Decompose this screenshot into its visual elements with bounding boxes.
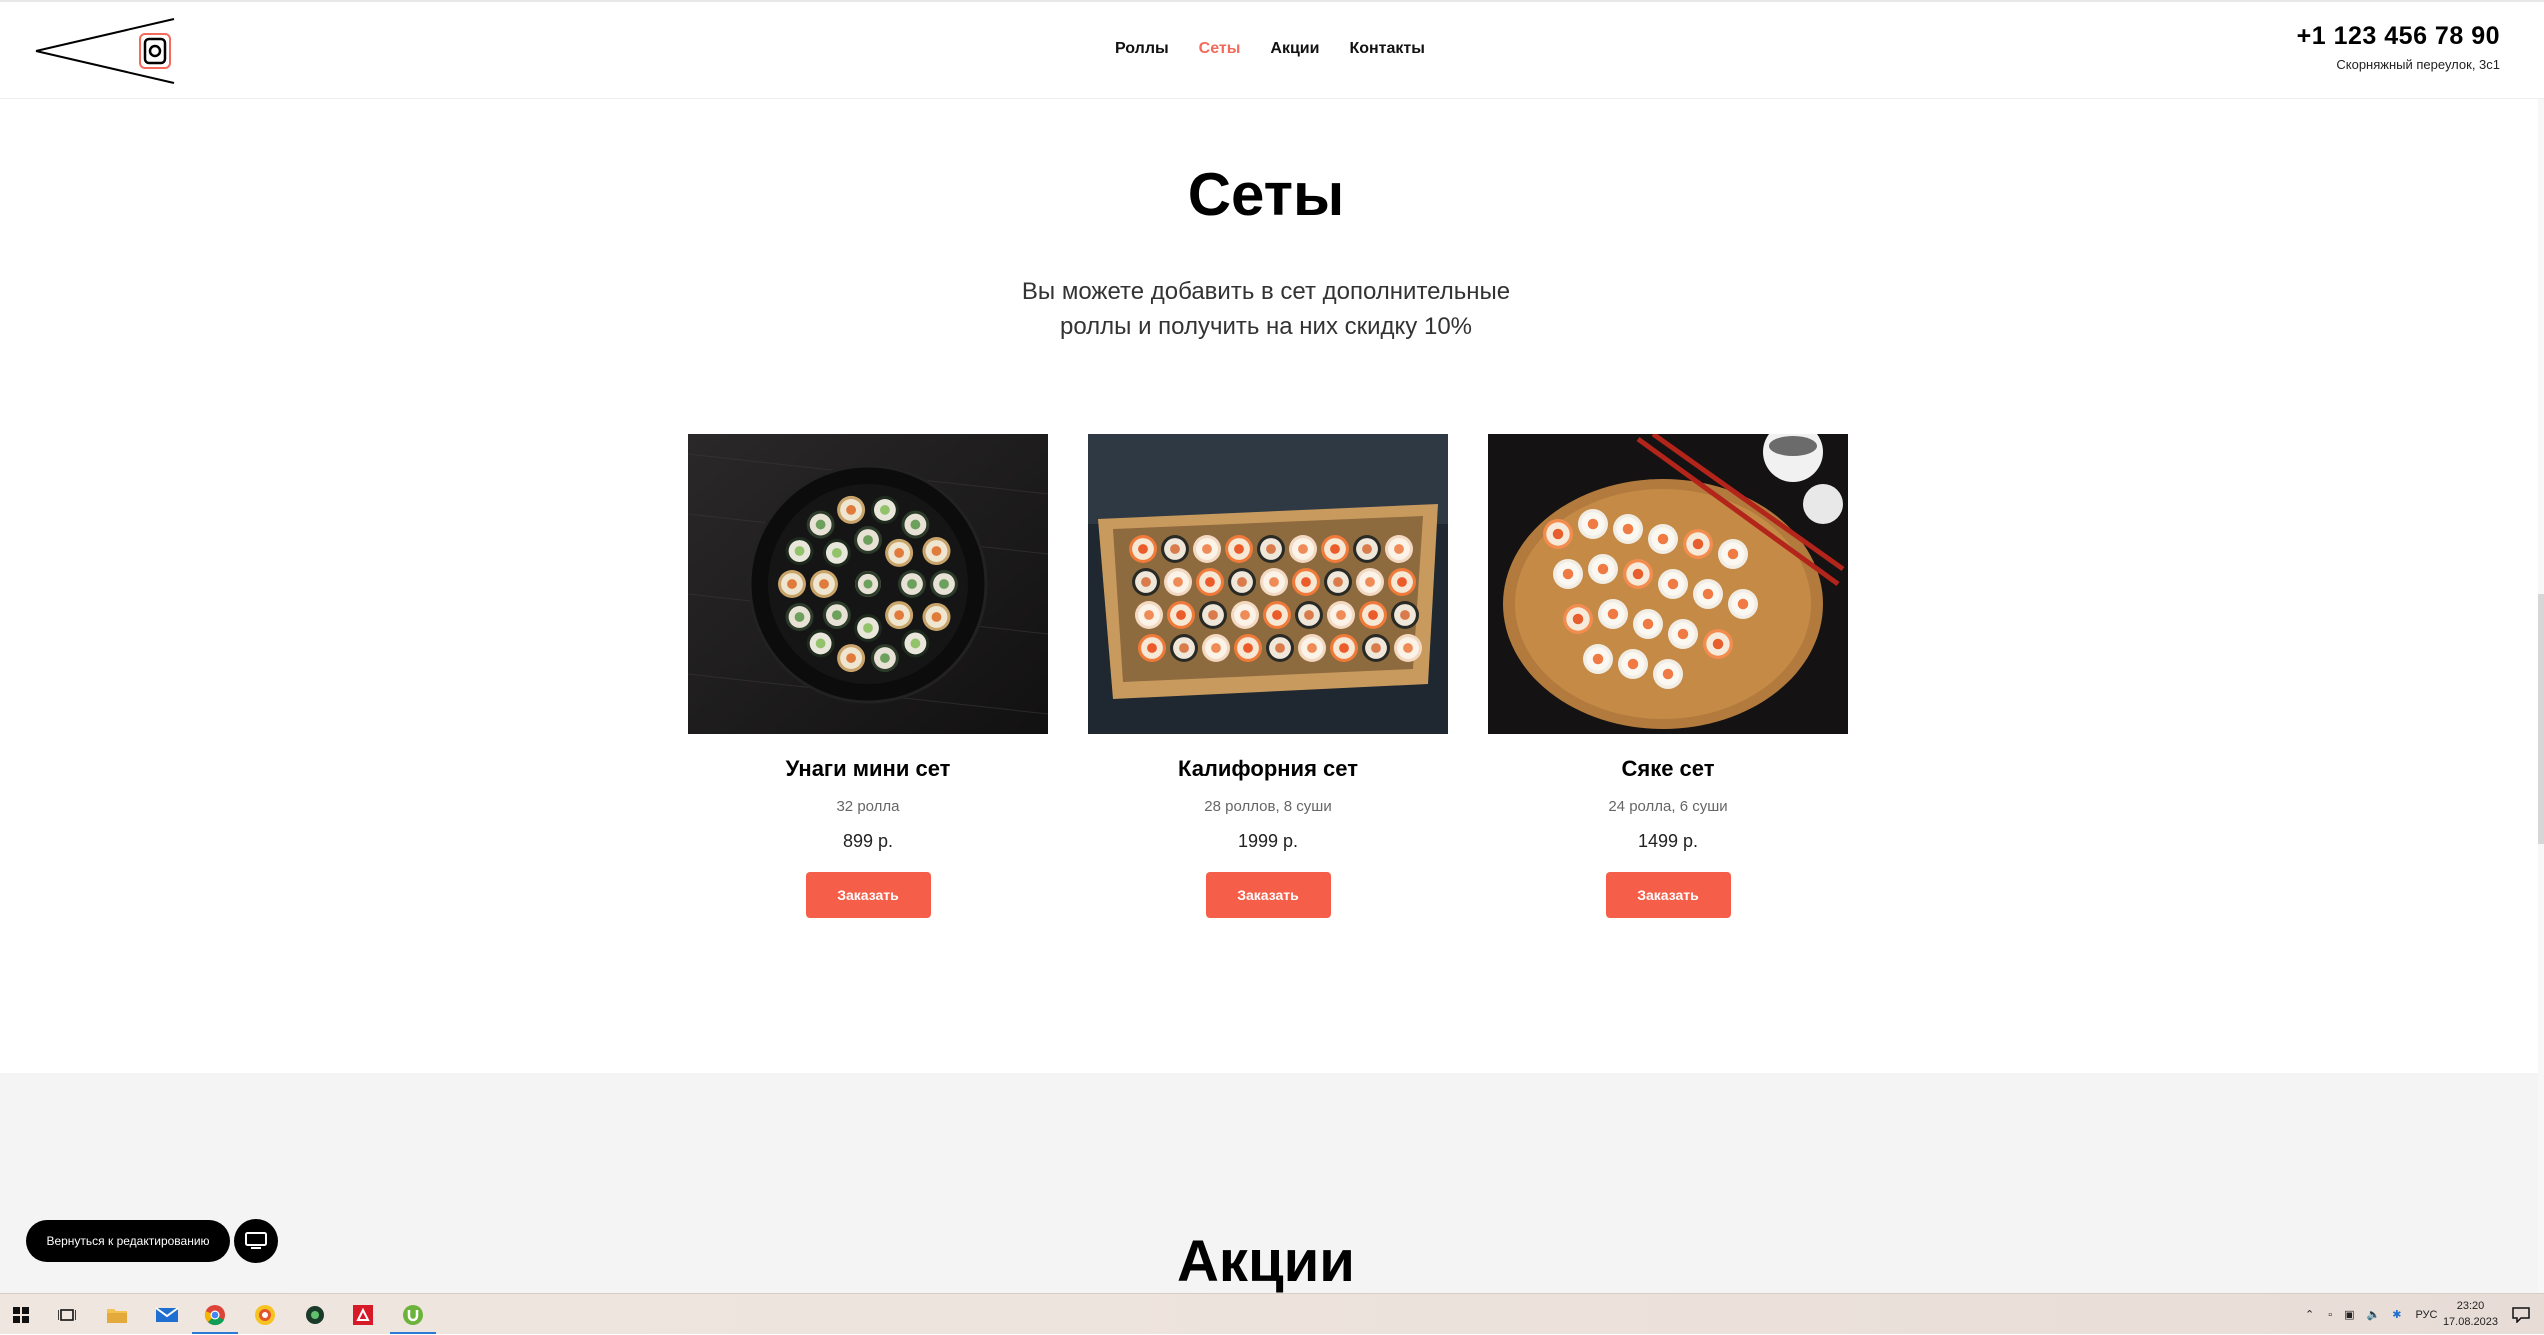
clock[interactable]: 23:20 17.08.2023: [2443, 1298, 2498, 1330]
order-button[interactable]: Заказать: [1205, 872, 1331, 918]
yandex-browser-icon[interactable]: [250, 1300, 280, 1330]
product-card: Унаги мини сет 32 ролла 899 р. Заказать: [688, 434, 1048, 918]
product-name: Унаги мини сет: [785, 756, 951, 781]
volume-icon[interactable]: 🔈: [2367, 1308, 2381, 1321]
file-explorer-icon[interactable]: [102, 1300, 132, 1330]
monitor-icon: [245, 1232, 267, 1249]
product-cards: Унаги мини сет 32 ролла 899 р. Заказать …: [688, 434, 1848, 934]
product-image-board[interactable]: [1488, 434, 1848, 734]
subtitle-line-2: роллы и получить на них скидку 10%: [1059, 313, 1473, 340]
chevron-up-icon[interactable]: ⌃: [2305, 1308, 2314, 1321]
chrome-icon[interactable]: [200, 1300, 230, 1330]
app-icon[interactable]: [300, 1300, 330, 1330]
network-icon[interactable]: ▣: [2344, 1308, 2354, 1321]
nav-item-rolls[interactable]: Роллы: [1115, 40, 1169, 58]
page-title: Сеты: [1187, 161, 1345, 228]
order-button[interactable]: Заказать: [1605, 872, 1731, 918]
windows-taskbar: ⌃ ▫ ▣ 🔈 ✱ РУС 23:20 17.08.2023: [0, 1293, 2544, 1334]
product-price: 899 р.: [842, 831, 894, 851]
mail-icon[interactable]: [152, 1300, 182, 1330]
subtitle-line-1: Вы можете добавить в сет дополнительные: [1021, 278, 1511, 305]
contact-block: +1 123 456 78 90 Скорняжный переулок, 3с…: [2297, 22, 2500, 72]
product-image-round-plate[interactable]: [688, 434, 1048, 734]
product-price: 1499 р.: [1637, 831, 1699, 851]
product-image-boat[interactable]: [1088, 434, 1448, 734]
product-card: Сяке сет 24 ролла, 6 суши 1499 р. Заказа…: [1488, 434, 1848, 918]
clock-date: 17.08.2023: [2442, 1316, 2498, 1328]
notifications-icon[interactable]: [2506, 1300, 2536, 1330]
product-price: 1999 р.: [1237, 831, 1299, 851]
product-card: Калифорния сет 28 роллов, 8 суши 1999 р.…: [1088, 434, 1448, 918]
system-tray: ⌃ ▫ ▣ 🔈 ✱ РУС: [2305, 1294, 2437, 1335]
product-name: Сяке сет: [1621, 756, 1715, 781]
back-to-editing-button[interactable]: Вернуться к редактированию: [26, 1220, 230, 1262]
amd-icon[interactable]: [348, 1300, 378, 1330]
utorrent-icon[interactable]: [398, 1300, 428, 1330]
usb-icon[interactable]: ▫: [2328, 1309, 2332, 1321]
language-indicator[interactable]: РУС: [2415, 1309, 2437, 1321]
product-desc: 32 ролла: [836, 798, 900, 815]
logo[interactable]: [34, 16, 176, 86]
product-desc: 24 ролла, 6 суши: [1608, 798, 1728, 815]
site-header: Роллы Сеты Акции Контакты +1 123 456 78 …: [0, 0, 2544, 99]
bluetooth-icon[interactable]: ✱: [2392, 1308, 2401, 1321]
product-name: Калифорния сет: [1178, 756, 1358, 781]
product-desc: 28 роллов, 8 суши: [1204, 798, 1332, 815]
task-view-icon[interactable]: [52, 1300, 82, 1330]
sets-subtitle: Вы можете добавить в сет дополнительные …: [0, 274, 2532, 344]
clock-time: 23:20: [2456, 1300, 2485, 1312]
order-button[interactable]: Заказать: [805, 872, 931, 918]
main-nav: Роллы Сеты Акции Контакты: [1115, 40, 1425, 58]
nav-item-contacts[interactable]: Контакты: [1349, 40, 1424, 58]
nav-item-promo[interactable]: Акции: [1270, 40, 1319, 58]
phone-number[interactable]: +1 123 456 78 90: [2297, 22, 2500, 51]
scrollbar-thumb[interactable]: [2538, 594, 2544, 844]
device-preview-button[interactable]: [234, 1219, 278, 1263]
nav-item-sets[interactable]: Сеты: [1199, 40, 1241, 58]
address: Скорняжный переулок, 3с1: [2336, 57, 2500, 72]
start-icon[interactable]: [6, 1300, 36, 1330]
promo-title: Акции: [1177, 1229, 1355, 1294]
